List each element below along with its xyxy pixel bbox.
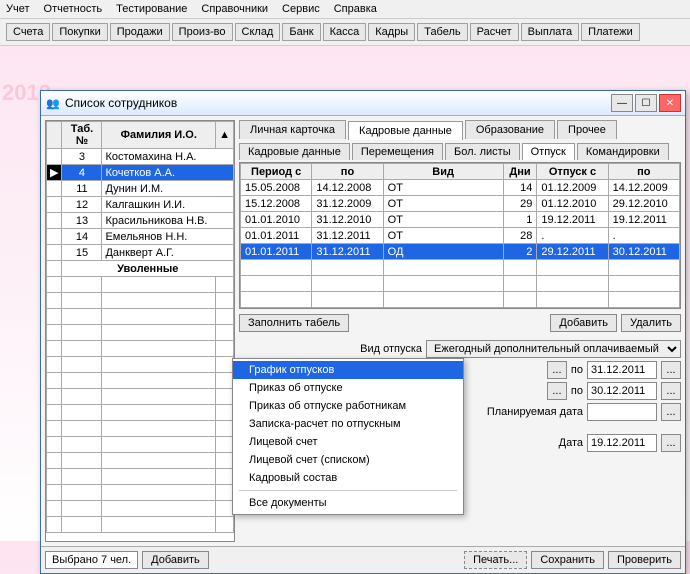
selected-count: Выбрано 7 чел. (45, 551, 138, 569)
table-row[interactable]: 01.01.201131.12.2011ОД229.12.201130.12.2… (241, 244, 680, 260)
menu-help[interactable]: Справка (334, 3, 377, 15)
subtab-trips[interactable]: Командировки (577, 143, 669, 160)
emp-add-button[interactable]: Добавить (142, 551, 209, 569)
vac-type-select[interactable]: Ежегодный дополнительный оплачиваемый о (426, 340, 681, 358)
tb-vyplata[interactable]: Выплата (521, 23, 580, 41)
col-vac-from[interactable]: Отпуск с (537, 164, 608, 180)
menu-item[interactable]: Лицевой счет (списком) (233, 451, 463, 469)
date-label: Дата (559, 437, 583, 449)
table-row[interactable]: 15.12.200831.12.2009ОТ2901.12.201029.12.… (241, 196, 680, 212)
tab-hr-data[interactable]: Кадровые данные (348, 121, 463, 140)
col-kind[interactable]: Вид (383, 164, 503, 180)
tb-sklad[interactable]: Склад (235, 23, 281, 41)
menubar: Учет Отчетность Тестирование Справочники… (0, 0, 690, 19)
planned-date-input[interactable] (587, 403, 657, 421)
maximize-button[interactable]: ☐ (635, 94, 657, 112)
po2-label: по (571, 385, 583, 397)
vac-type-label: Вид отпуска (360, 343, 422, 355)
tab-education[interactable]: Образование (465, 120, 555, 139)
table-row[interactable]: 01.01.201131.12.2011ОТ28.. (241, 228, 680, 244)
menu-sprav[interactable]: Справочники (201, 3, 268, 15)
table-row[interactable]: 11Дунин И.М. (47, 181, 234, 197)
sub-tabs: Кадровые данные Перемещения Бол. листы О… (239, 143, 681, 160)
table-row[interactable]: 15.05.200814.12.2008ОТ1401.12.200914.12.… (241, 180, 680, 196)
vac-delete-button[interactable]: Удалить (621, 314, 681, 332)
employees-table[interactable]: Таб.№ Фамилия И.О. ▲ 3Костомахина Н.А.▶4… (45, 120, 235, 542)
subtab-hr[interactable]: Кадровые данные (239, 143, 350, 160)
titlebar[interactable]: 👥 Список сотрудников — ☐ ✕ (41, 91, 685, 116)
date-input[interactable] (587, 434, 657, 452)
tb-kadry[interactable]: Кадры (368, 23, 415, 41)
menu-separator (239, 490, 457, 491)
col-period-from[interactable]: Период с (241, 164, 312, 180)
tabno-header[interactable]: Таб.№ (62, 122, 102, 149)
tb-pokupki[interactable]: Покупки (52, 23, 107, 41)
menu-item[interactable]: График отпусков (233, 361, 463, 379)
window-title: Список сотрудников (65, 96, 611, 110)
sort-arrow[interactable]: ▲ (216, 122, 234, 149)
row-marker-header (47, 122, 62, 149)
save-button[interactable]: Сохранить (531, 551, 604, 569)
toolbar: Счета Покупки Продажи Произ-во Склад Бан… (0, 19, 690, 46)
table-row[interactable]: 01.01.201031.12.2010ОТ119.12.201119.12.2… (241, 212, 680, 228)
table-row[interactable]: 3Костомахина Н.А. (47, 149, 234, 165)
tb-platezhi[interactable]: Платежи (581, 23, 640, 41)
vacations-table[interactable]: Период с по Вид Дни Отпуск с по 15.05.20… (239, 162, 681, 309)
vac-add-button[interactable]: Добавить (550, 314, 617, 332)
tb-bank[interactable]: Банк (282, 23, 320, 41)
tb-kassa[interactable]: Касса (323, 23, 367, 41)
menu-otchetnost[interactable]: Отчетность (44, 3, 103, 15)
table-row[interactable]: 13Красильникова Н.В. (47, 213, 234, 229)
period-from-picker[interactable]: ... (547, 361, 567, 379)
menu-test[interactable]: Тестирование (116, 3, 187, 15)
vac-from-picker[interactable]: ... (547, 382, 567, 400)
group-dismissed[interactable]: Уволенные (62, 261, 234, 277)
col-period-to[interactable]: по (312, 164, 383, 180)
planned-date-picker[interactable]: ... (661, 403, 681, 421)
print-button[interactable]: Печать... (464, 551, 527, 569)
close-button[interactable]: ✕ (659, 94, 681, 112)
print-context-menu: График отпусковПриказ об отпускеПриказ о… (232, 358, 464, 515)
menu-item[interactable]: Записка-расчет по отпускным (233, 415, 463, 433)
menu-item[interactable]: Лицевой счет (233, 433, 463, 451)
people-icon: 👥 (45, 95, 61, 111)
main-tabs: Личная карточка Кадровые данные Образова… (239, 120, 681, 139)
minimize-button[interactable]: — (611, 94, 633, 112)
tb-prodazhi[interactable]: Продажи (110, 23, 170, 41)
col-days[interactable]: Дни (503, 164, 537, 180)
subtab-vacation[interactable]: Отпуск (522, 143, 575, 160)
fio-header[interactable]: Фамилия И.О. (102, 122, 216, 149)
table-row[interactable]: 14Емельянов Н.Н. (47, 229, 234, 245)
check-button[interactable]: Проверить (608, 551, 681, 569)
tab-personal[interactable]: Личная карточка (239, 120, 346, 139)
menu-all-documents[interactable]: Все документы (233, 494, 463, 512)
subtab-moves[interactable]: Перемещения (352, 143, 443, 160)
tb-tabel[interactable]: Табель (417, 23, 467, 41)
menu-item[interactable]: Приказ об отпуске работникам (233, 397, 463, 415)
tab-other[interactable]: Прочее (557, 120, 617, 139)
fill-tabel-button[interactable]: Заполнить табель (239, 314, 349, 332)
menu-item[interactable]: Кадровый состав (233, 469, 463, 487)
tb-proizvo[interactable]: Произ-во (172, 23, 233, 41)
po1-input[interactable] (587, 361, 657, 379)
tb-raschet[interactable]: Расчет (470, 23, 519, 41)
table-row[interactable]: 12Калгашкин И.И. (47, 197, 234, 213)
col-vac-to[interactable]: по (608, 164, 679, 180)
table-row[interactable]: 15Данкверт А.Г. (47, 245, 234, 261)
po2-picker[interactable]: ... (661, 382, 681, 400)
po1-picker[interactable]: ... (661, 361, 681, 379)
menu-item[interactable]: Приказ об отпуске (233, 379, 463, 397)
menu-service[interactable]: Сервис (282, 3, 320, 15)
tb-scheta[interactable]: Счета (6, 23, 50, 41)
menu-uchet[interactable]: Учет (6, 3, 30, 15)
po1-label: по (571, 364, 583, 376)
planned-date-label: Планируемая дата (487, 406, 583, 418)
subtab-sick[interactable]: Бол. листы (445, 143, 520, 160)
table-row[interactable]: ▶4Кочетков А.А. (47, 165, 234, 181)
date-picker[interactable]: ... (661, 434, 681, 452)
po2-input[interactable] (587, 382, 657, 400)
